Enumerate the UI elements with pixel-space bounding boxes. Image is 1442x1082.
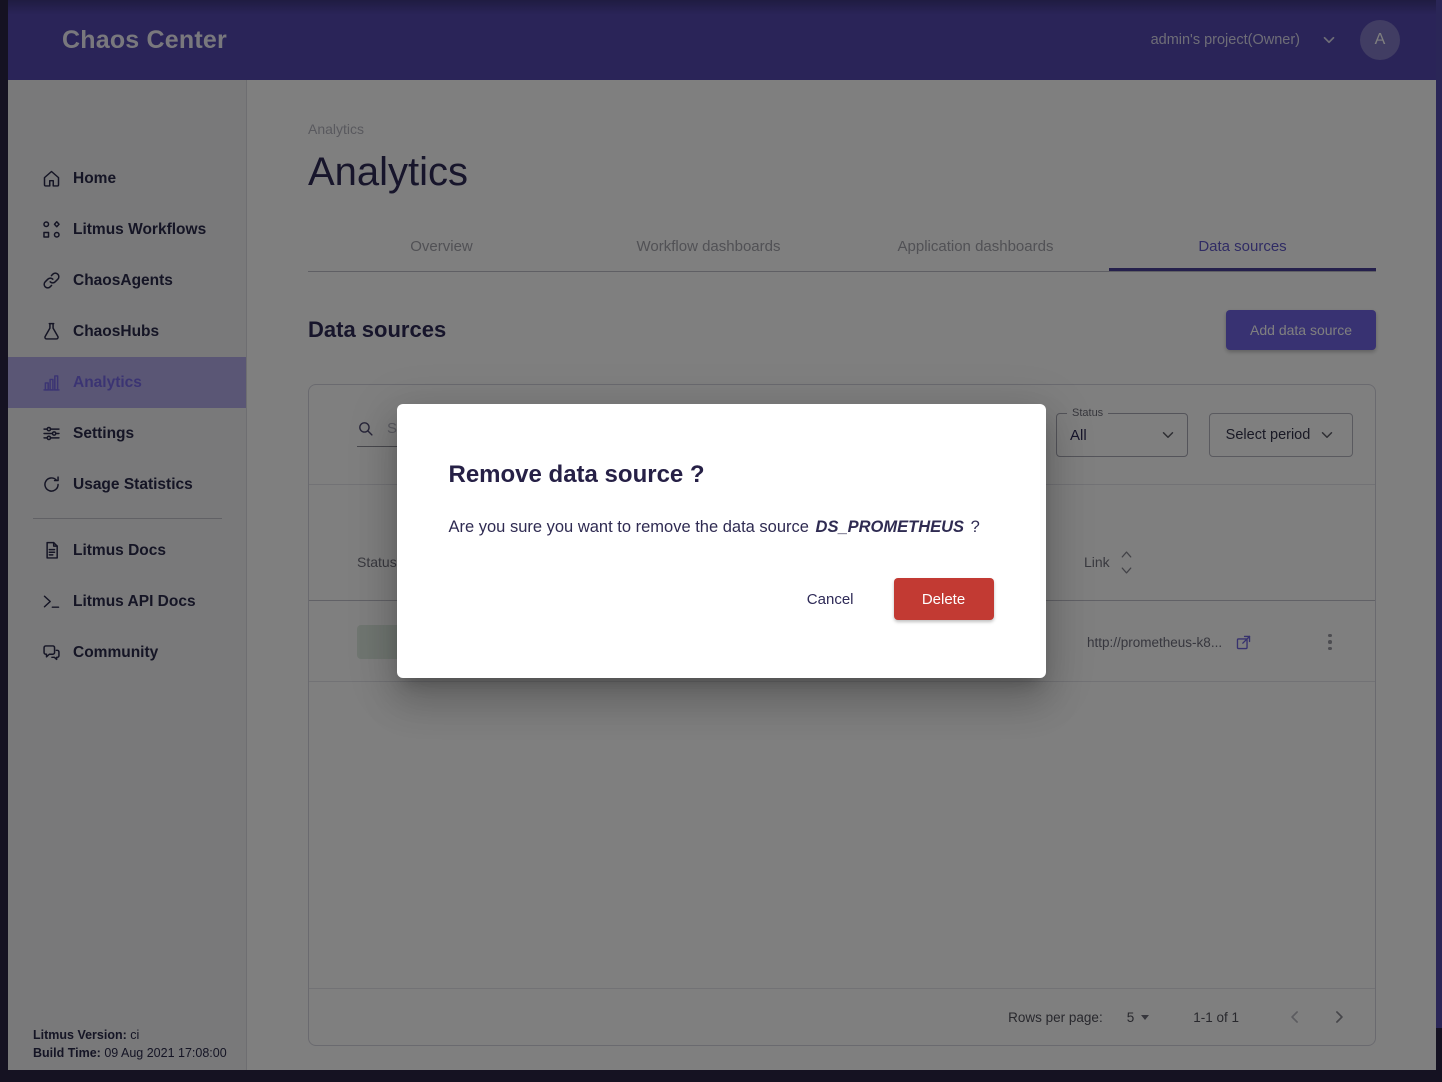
dialog-actions: Cancel Delete — [449, 578, 994, 620]
dialog-title: Remove data source ? — [449, 461, 994, 489]
remove-data-source-dialog: Remove data source ? Are you sure you wa… — [397, 404, 1046, 678]
page: Chaos Center admin's project(Owner) A Ho… — [0, 0, 1442, 1082]
data-source-name: DS_PROMETHEUS — [816, 518, 965, 536]
delete-button[interactable]: Delete — [894, 578, 994, 620]
cancel-button[interactable]: Cancel — [807, 591, 854, 608]
dialog-message: Are you sure you want to remove the data… — [449, 518, 994, 537]
